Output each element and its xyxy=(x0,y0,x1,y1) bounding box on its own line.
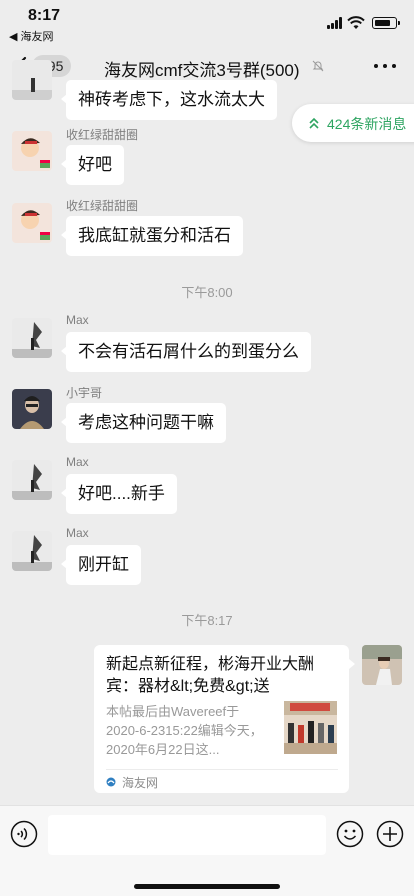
more-icon[interactable] xyxy=(374,64,396,69)
site-logo-icon xyxy=(106,777,116,787)
avatar[interactable] xyxy=(12,531,52,571)
link-card-title: 新起点新征程，彬海开业大酬宾：器材&lt;免费&gt;送 xyxy=(106,656,315,695)
signal-icon xyxy=(327,17,343,29)
avatar[interactable] xyxy=(12,460,52,500)
status-bar: 8:17 ◀ 海友网 xyxy=(0,0,414,44)
avatar[interactable] xyxy=(362,645,402,685)
message-bubble[interactable]: 神砖考虑下，这水流太大 xyxy=(61,80,277,120)
link-card-description: 本帖最后由Wavereef于 2020-6-2315:22编辑今天，2020年6… xyxy=(106,704,263,757)
home-indicator xyxy=(134,884,280,889)
chat-title: 海友网cmf交流3号群(500) xyxy=(104,61,300,80)
plus-icon[interactable] xyxy=(376,820,404,848)
timestamp: 下午8:00 xyxy=(181,285,233,300)
avatar[interactable] xyxy=(12,131,52,171)
sender-name: Max xyxy=(66,313,89,327)
emoji-icon[interactable] xyxy=(336,820,364,848)
message-bubble[interactable]: 不会有活石屑什么的到蛋分么 xyxy=(61,332,311,372)
link-card-thumbnail xyxy=(284,701,337,754)
new-messages-label: 424条新消息 xyxy=(327,116,407,132)
message-input[interactable] xyxy=(48,815,326,855)
message-bubble[interactable]: 我底缸就蛋分和活石 xyxy=(61,216,243,256)
battery-level xyxy=(374,19,390,26)
back-to-app-link[interactable]: ◀ 海友网 xyxy=(9,28,54,44)
battery-icon xyxy=(372,17,400,29)
bell-muted-icon xyxy=(312,60,324,72)
input-bar xyxy=(0,805,414,896)
sender-name: Max xyxy=(66,526,89,540)
avatar[interactable] xyxy=(12,389,52,429)
message-bubble[interactable]: 好吧....新手 xyxy=(61,474,177,514)
new-messages-button[interactable]: 424条新消息 xyxy=(292,104,414,142)
sender-name: Max xyxy=(66,455,89,469)
status-time: 8:17 xyxy=(28,7,61,24)
avatar[interactable] xyxy=(12,318,52,358)
message-bubble[interactable]: 好吧 xyxy=(61,145,124,185)
link-card[interactable]: 新起点新征程，彬海开业大酬宾：器材&lt;免费&gt;送 本帖最后由Wavere… xyxy=(94,645,355,793)
sender-name: 收红绿甜甜圈 xyxy=(66,199,139,213)
message-bubble[interactable]: 考虑这种问题干嘛 xyxy=(61,403,226,443)
avatar[interactable] xyxy=(12,203,52,243)
sender-name: 小宇哥 xyxy=(66,386,103,400)
divider xyxy=(106,769,338,770)
link-card-source: 海友网 xyxy=(122,776,159,790)
timestamp: 下午8:17 xyxy=(181,613,233,628)
voice-icon[interactable] xyxy=(10,820,38,848)
sender-name: 收红绿甜甜圈 xyxy=(66,128,139,142)
double-chevron-up-icon xyxy=(309,117,319,129)
avatar[interactable] xyxy=(12,60,52,100)
message-bubble[interactable]: 刚开缸 xyxy=(61,545,141,585)
wifi-icon xyxy=(347,16,365,29)
